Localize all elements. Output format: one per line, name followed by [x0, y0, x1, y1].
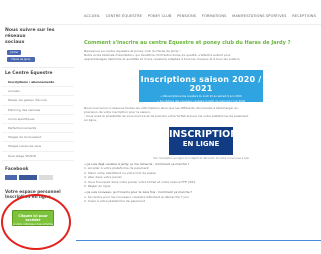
page-title: Comment s'inscrire au centre Equestre et… [84, 40, 291, 46]
sidebar-item-galops[interactable]: Passer les galops d'écurie [2, 96, 74, 106]
sidebar-divider [2, 67, 74, 68]
facebook-widget-button-2[interactable] [19, 174, 37, 180]
online-registration-button[interactable]: Cliquez ici pour accéder à votre catalog… [12, 210, 54, 226]
nav-pensions[interactable]: PENSIONS [177, 14, 196, 18]
nav-receptions[interactable]: RECEPTIONS [292, 14, 316, 18]
intro-text: Bienvenue au centre équestre et poney cl… [84, 49, 318, 61]
sidebar-item-perfectionnements[interactable]: Perfectionnements [2, 124, 74, 134]
season-banner: Inscriptions saison 2020 / 2021 → Réinsc… [139, 70, 263, 104]
follow-title: Nous suivre sur les réseaux sociaux [2, 28, 74, 46]
main-content: Comment s'inscrire au centre Equestre et… [84, 40, 318, 204]
banner-en-ligne-text: EN LIGNE [182, 140, 220, 148]
facebook-heading: Facebook [5, 166, 29, 172]
info-line-4: en ligne. [84, 118, 97, 122]
season-banner-sub-1: → Réinscriptions des cavaliers du lundi … [160, 95, 242, 98]
banner-caption: Voir Inscription en ligne mon dépôt et d… [153, 157, 249, 160]
sidebar: Nous suivre sur les réseaux sociaux J'ai… [2, 28, 74, 199]
step-item: 2. Créer à votre plateforme de paiement [84, 199, 145, 204]
sidebar-item-annuels[interactable]: annuels [2, 87, 74, 97]
online-registration-banner[interactable]: INSCRIPTION EN LIGNE [169, 127, 239, 155]
espace-personnel-title: Votre espace personnel Inscription en li… [2, 189, 74, 199]
sidebar-item-stages-toussaint[interactable]: Stages de la toussaint [2, 133, 74, 143]
nav-divider [20, 24, 321, 25]
follow-title-line-1: Nous suivre sur les réseaux [5, 28, 55, 39]
online-registration-label: Cliquez ici pour accéder [18, 214, 48, 222]
info-paragraph: Nous inscrivons ci-dessous toutes les in… [84, 106, 318, 122]
banner-inscription-text: INSCRIPTION [169, 129, 239, 140]
espace-line-2: Inscription en ligne [5, 194, 51, 200]
nav-formations[interactable]: FORMATIONS [202, 14, 227, 18]
season-banner-title: Inscriptions saison 2020 / 2021 [140, 75, 262, 93]
season-banner-sub-2: → Inscriptions des nouveaux cavaliers à … [156, 100, 246, 104]
top-navigation: ACCUEIL CENTRE EQUESTRE PONEY CLUB PENSI… [84, 12, 316, 20]
facebook-like-button[interactable]: J'aime [7, 50, 21, 55]
nav-accueil[interactable]: ACCUEIL [84, 14, 100, 18]
social-buttons: J'aime Haras de Jardy [7, 50, 74, 62]
follow-title-line-2: sociaux [5, 40, 25, 45]
sidebar-item-cours[interactable]: Cours spécifiques [2, 115, 74, 125]
sidebar-item-quel-stage[interactable]: Quel stage SHADD [2, 152, 74, 161]
online-registration-sublabel: à votre catalogue des activités [13, 223, 54, 226]
bottom-divider [76, 240, 321, 241]
facebook-page-button[interactable]: Haras de Jardy [7, 57, 35, 62]
sidebar-menu: Inscriptions / abonnements annuels Passe… [2, 78, 74, 161]
facebook-widget: Facebook [2, 167, 74, 180]
intro-line-3: apprentissages diplômés et qualifiés et … [84, 57, 241, 61]
sidebar-item-inscriptions[interactable]: Inscriptions / abonnements [2, 78, 74, 88]
sidebar-item-planning[interactable]: Planning des reprises [2, 106, 74, 115]
nav-centre-equestre[interactable]: CENTRE EQUESTRE [106, 14, 142, 18]
facebook-widget-button-3[interactable] [39, 174, 53, 180]
steps-list: → Je suis déjà cavalier à Jardy, je me r… [84, 162, 318, 204]
centre-heading: Le Centre Equestre [5, 71, 53, 76]
facebook-widget-button-1[interactable] [5, 174, 17, 180]
step-item: 5. Régler en ligne [84, 184, 111, 189]
nav-poney-club[interactable]: PONEY CLUB [148, 14, 172, 18]
nav-manifestations[interactable]: MANIFESTATIONS SPORTIVES [232, 14, 286, 18]
sidebar-item-stages-vacances[interactable]: Stages vacances sans [2, 142, 74, 152]
